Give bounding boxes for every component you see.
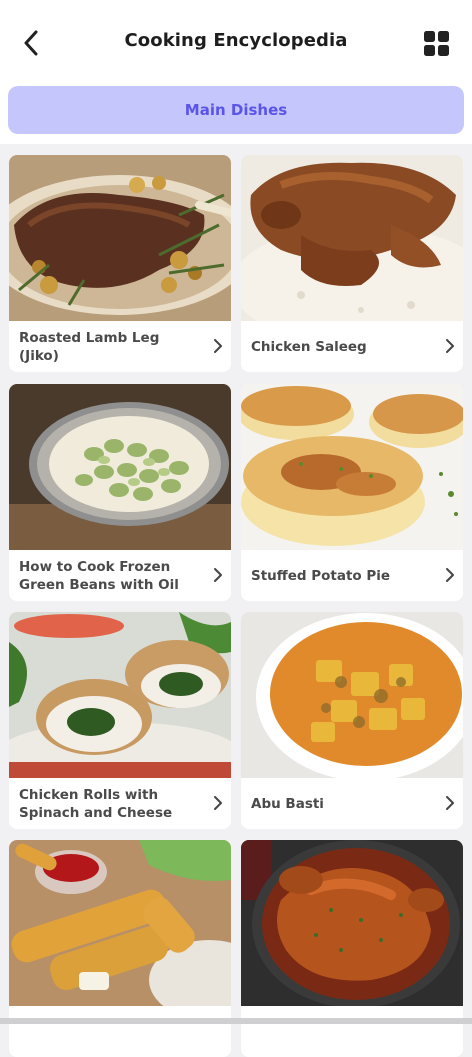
dish-card[interactable] [9,840,231,1057]
dish-name: Roasted Lamb Leg (Jiko) [19,329,160,364]
layout-toggle-button[interactable] [423,30,451,58]
dish-image [9,612,231,778]
dish-label-row [241,1006,463,1057]
category-main-dishes[interactable]: Main Dishes [8,86,464,134]
dish-card[interactable]: Roasted Lamb Leg (Jiko) [9,155,231,372]
dish-label-row: Stuffed Potato Pie [241,550,463,601]
dish-label-row: Chicken Rolls with Spinach and Cheese [9,778,231,829]
grid-icon [424,31,449,56]
dish-card[interactable]: How to Cook Frozen Green Beans with Oil [9,384,231,601]
chevron-right-icon [446,568,454,582]
dish-name: Chicken Rolls with Spinach and Cheese [19,786,173,821]
chevron-right-icon [214,796,222,810]
dish-image [241,612,463,778]
dish-label-row: Abu Basti [241,778,463,829]
chevron-right-icon [214,568,222,582]
page-title: Cooking Encyclopedia [124,30,348,51]
dish-name: How to Cook Frozen Green Beans with Oil [19,558,179,593]
chevron-right-icon [214,339,222,353]
dish-card[interactable]: Abu Basti [241,612,463,829]
category-bar: Main Dishes [0,86,472,144]
dish-card[interactable] [241,840,463,1057]
dish-image [9,384,231,550]
dish-card[interactable]: Stuffed Potato Pie [241,384,463,601]
dish-label-row: Chicken Saleeg [241,321,463,372]
chevron-right-icon [446,339,454,353]
chevron-right-icon [446,796,454,810]
system-nav-bar [0,1018,472,1024]
dish-image [241,840,463,1006]
dish-label-row [9,1006,231,1057]
dish-name: Chicken Saleeg [251,338,367,355]
dish-image [9,155,231,321]
dish-card[interactable]: Chicken Rolls with Spinach and Cheese [9,612,231,829]
dish-label-row: How to Cook Frozen Green Beans with Oil [9,550,231,601]
dish-image [241,384,463,550]
dish-label-row: Roasted Lamb Leg (Jiko) [9,321,231,372]
dish-image [9,840,231,1006]
dish-card[interactable]: Chicken Saleeg [241,155,463,372]
dish-name: Stuffed Potato Pie [251,567,391,584]
dish-name: Abu Basti [251,795,324,812]
top-bar: Cooking Encyclopedia [0,0,472,86]
dish-image [241,155,463,321]
